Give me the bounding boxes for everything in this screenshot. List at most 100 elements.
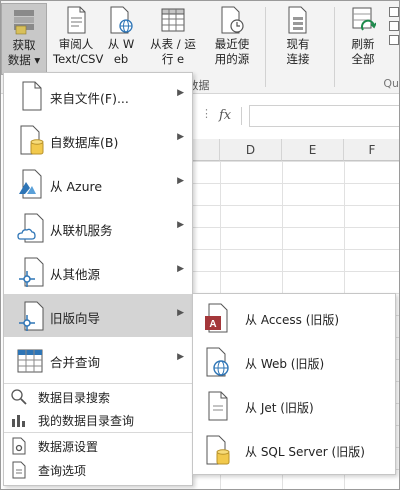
queries-pane-icon[interactable] <box>389 7 399 17</box>
menu-item-legacy-wizards[interactable]: 旧版向导 ▶ <box>4 294 192 337</box>
from-web-label-2: eb <box>113 52 129 66</box>
cloud-icon <box>16 212 46 244</box>
column-header-f[interactable]: F <box>344 139 399 161</box>
web-file-icon <box>108 5 134 35</box>
menu-item-from-other-sources[interactable]: 从其他源 ▶ <box>4 250 192 293</box>
from-web-button[interactable]: 从 W eb <box>101 3 141 75</box>
menu-item-label: 数据源设置 <box>38 440 99 454</box>
database-icon <box>16 124 46 156</box>
ribbon-separator <box>334 7 335 87</box>
properties-icon[interactable] <box>389 21 399 31</box>
submenu-arrow-icon: ▶ <box>177 88 184 98</box>
menu-item-label: 从 Azure <box>50 179 103 194</box>
menu-item-label: 从联机服务 <box>50 223 113 238</box>
combine-queries-icon <box>16 344 46 376</box>
menu-item-query-options[interactable]: 查询选项 <box>4 459 192 481</box>
existing-connections-icon <box>285 5 311 35</box>
menu-item-from-azure[interactable]: 从 Azure ▶ <box>4 162 192 205</box>
recent-sources-label-2: 用的源 <box>214 52 250 66</box>
menu-item-label: 从其他源 <box>50 267 101 282</box>
get-data-menu: 来自文件(F)... ▶ 自数据库(B) ▶ 从 Azure ▶ 从联机服务 ▶… <box>3 72 193 486</box>
queries-group-label: Qu <box>383 77 399 90</box>
legacy-wizard-icon <box>16 300 46 332</box>
submenu-item-from-web[interactable]: 从 Web (旧版) <box>193 340 395 384</box>
menu-item-from-database[interactable]: 自数据库(B) ▶ <box>4 118 192 161</box>
menu-item-combine-queries[interactable]: 合并查询 ▶ <box>4 338 192 381</box>
get-data-label-1: 获取 <box>12 38 36 52</box>
formula-separator <box>241 107 242 125</box>
from-table-range-label-1: 从表 / 运 <box>150 37 196 51</box>
get-data-button[interactable]: 获取 数据 ▾ <box>1 3 47 75</box>
submenu-arrow-icon: ▶ <box>177 308 184 318</box>
legacy-wizards-submenu: A 从 Access (旧版) 从 Web (旧版) 从 Jet (旧版) 从 … <box>192 293 396 475</box>
menu-item-label: 旧版向导 <box>50 311 101 326</box>
ribbon-separator <box>265 7 266 87</box>
submenu-arrow-icon: ▶ <box>177 264 184 274</box>
menu-item-my-catalog-queries[interactable]: 我的数据目录查询 <box>4 409 192 431</box>
refresh-all-label-1: 刷新 <box>351 37 375 51</box>
menu-item-label: 我的数据目录查询 <box>38 414 135 428</box>
svg-text:A: A <box>209 319 216 330</box>
column-header-e[interactable]: E <box>282 139 344 161</box>
submenu-item-from-sql-server[interactable]: 从 SQL Server (旧版) <box>193 428 395 472</box>
access-icon: A <box>203 302 231 334</box>
submenu-item-label: 从 SQL Server (旧版) <box>245 445 365 459</box>
excel-window: 获取 数据 ▾ 审阅人 Text/CSV 从 W eb 从表 / 运 行 e 最… <box>0 0 400 490</box>
recent-sources-button[interactable]: 最近使 用的源 <box>207 3 257 75</box>
refresh-all-button[interactable]: 刷新 全部 <box>341 3 385 75</box>
menu-item-from-file[interactable]: 来自文件(F)... ▶ <box>4 74 192 117</box>
menu-separator <box>4 383 192 384</box>
column-header-d[interactable]: D <box>220 139 282 161</box>
submenu-arrow-icon: ▶ <box>177 176 184 186</box>
formula-input[interactable] <box>249 105 399 127</box>
menu-item-data-source-settings[interactable]: 数据源设置 <box>4 435 192 457</box>
menu-item-label: 来自文件(F)... <box>50 91 129 106</box>
existing-connections-label-1: 现有 <box>286 37 310 51</box>
from-table-range-label-2: 行 e <box>161 52 185 66</box>
menu-item-label: 自数据库(B) <box>50 135 119 150</box>
my-catalog-icon <box>10 411 28 429</box>
menu-item-catalog-search[interactable]: 数据目录搜索 <box>4 386 192 408</box>
data-source-settings-icon <box>10 437 28 455</box>
other-source-icon <box>16 256 46 288</box>
formula-bar-grip: ⋮ <box>201 107 212 120</box>
column-header-partial[interactable] <box>191 139 220 161</box>
table-icon <box>160 5 186 35</box>
submenu-arrow-icon: ▶ <box>177 132 184 142</box>
existing-connections-button[interactable]: 现有 连接 <box>277 3 319 75</box>
menu-item-from-online-services[interactable]: 从联机服务 ▶ <box>4 206 192 249</box>
get-data-label-2: 数据 ▾ <box>7 53 41 67</box>
query-options-icon <box>10 461 28 479</box>
submenu-item-label: 从 Jet (旧版) <box>245 401 314 415</box>
recent-sources-label-1: 最近使 <box>214 37 250 51</box>
submenu-item-from-jet[interactable]: 从 Jet (旧版) <box>193 384 395 428</box>
recent-sources-icon <box>219 5 245 35</box>
menu-item-label: 数据目录搜索 <box>38 391 111 405</box>
sql-server-icon <box>203 434 231 466</box>
get-data-icon <box>11 6 37 36</box>
text-file-icon <box>63 5 89 35</box>
web-icon <box>203 346 231 378</box>
submenu-arrow-icon: ▶ <box>177 352 184 362</box>
from-table-range-button[interactable]: 从表 / 运 行 e <box>147 3 199 75</box>
refresh-all-label-2: 全部 <box>351 52 375 66</box>
menu-separator <box>4 432 192 433</box>
ribbon-small-icons <box>389 7 399 45</box>
menu-item-label: 合并查询 <box>50 355 101 370</box>
dropdown-dot-icon: ▾ <box>30 53 41 67</box>
submenu-item-from-access[interactable]: A 从 Access (旧版) <box>193 296 395 340</box>
azure-icon <box>16 168 46 200</box>
from-text-csv-label-1: 审阅人 <box>58 37 94 51</box>
from-text-csv-button[interactable]: 审阅人 Text/CSV <box>53 3 104 75</box>
from-text-csv-label-2: Text/CSV <box>53 52 104 66</box>
submenu-arrow-icon: ▶ <box>177 220 184 230</box>
from-web-label-1: 从 W <box>107 37 135 51</box>
file-icon <box>16 80 46 112</box>
refresh-icon <box>350 5 376 35</box>
fx-icon[interactable]: fx <box>219 108 231 123</box>
catalog-search-icon <box>10 388 28 406</box>
menu-item-label: 查询选项 <box>38 464 87 478</box>
jet-file-icon <box>203 390 231 422</box>
edit-links-icon[interactable] <box>389 35 399 45</box>
submenu-item-label: 从 Access (旧版) <box>245 313 340 327</box>
